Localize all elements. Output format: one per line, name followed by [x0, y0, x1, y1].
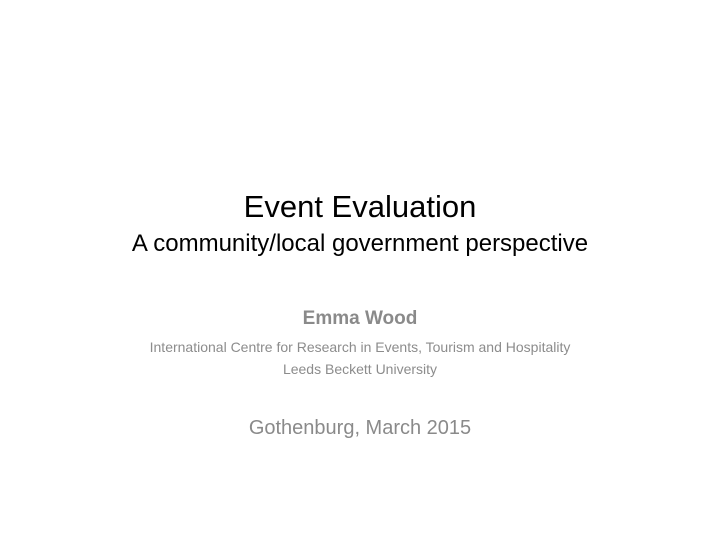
slide-title-subtitle: A community/local government perspective	[131, 230, 589, 257]
author-affiliation: International Centre for Research in Eve…	[149, 339, 571, 355]
author-name: Emma Wood	[302, 308, 418, 329]
subtitle-block: Emma Wood International Centre for Resea…	[130, 305, 590, 441]
slide-title: Event Evaluation	[243, 189, 477, 224]
author-university: Leeds Beckett University	[282, 361, 438, 377]
location-date: Gothenburg, March 2015	[248, 417, 472, 439]
title-block: Event Evaluation A community/local gover…	[40, 186, 680, 260]
slide: Event Evaluation A community/local gover…	[0, 0, 720, 540]
